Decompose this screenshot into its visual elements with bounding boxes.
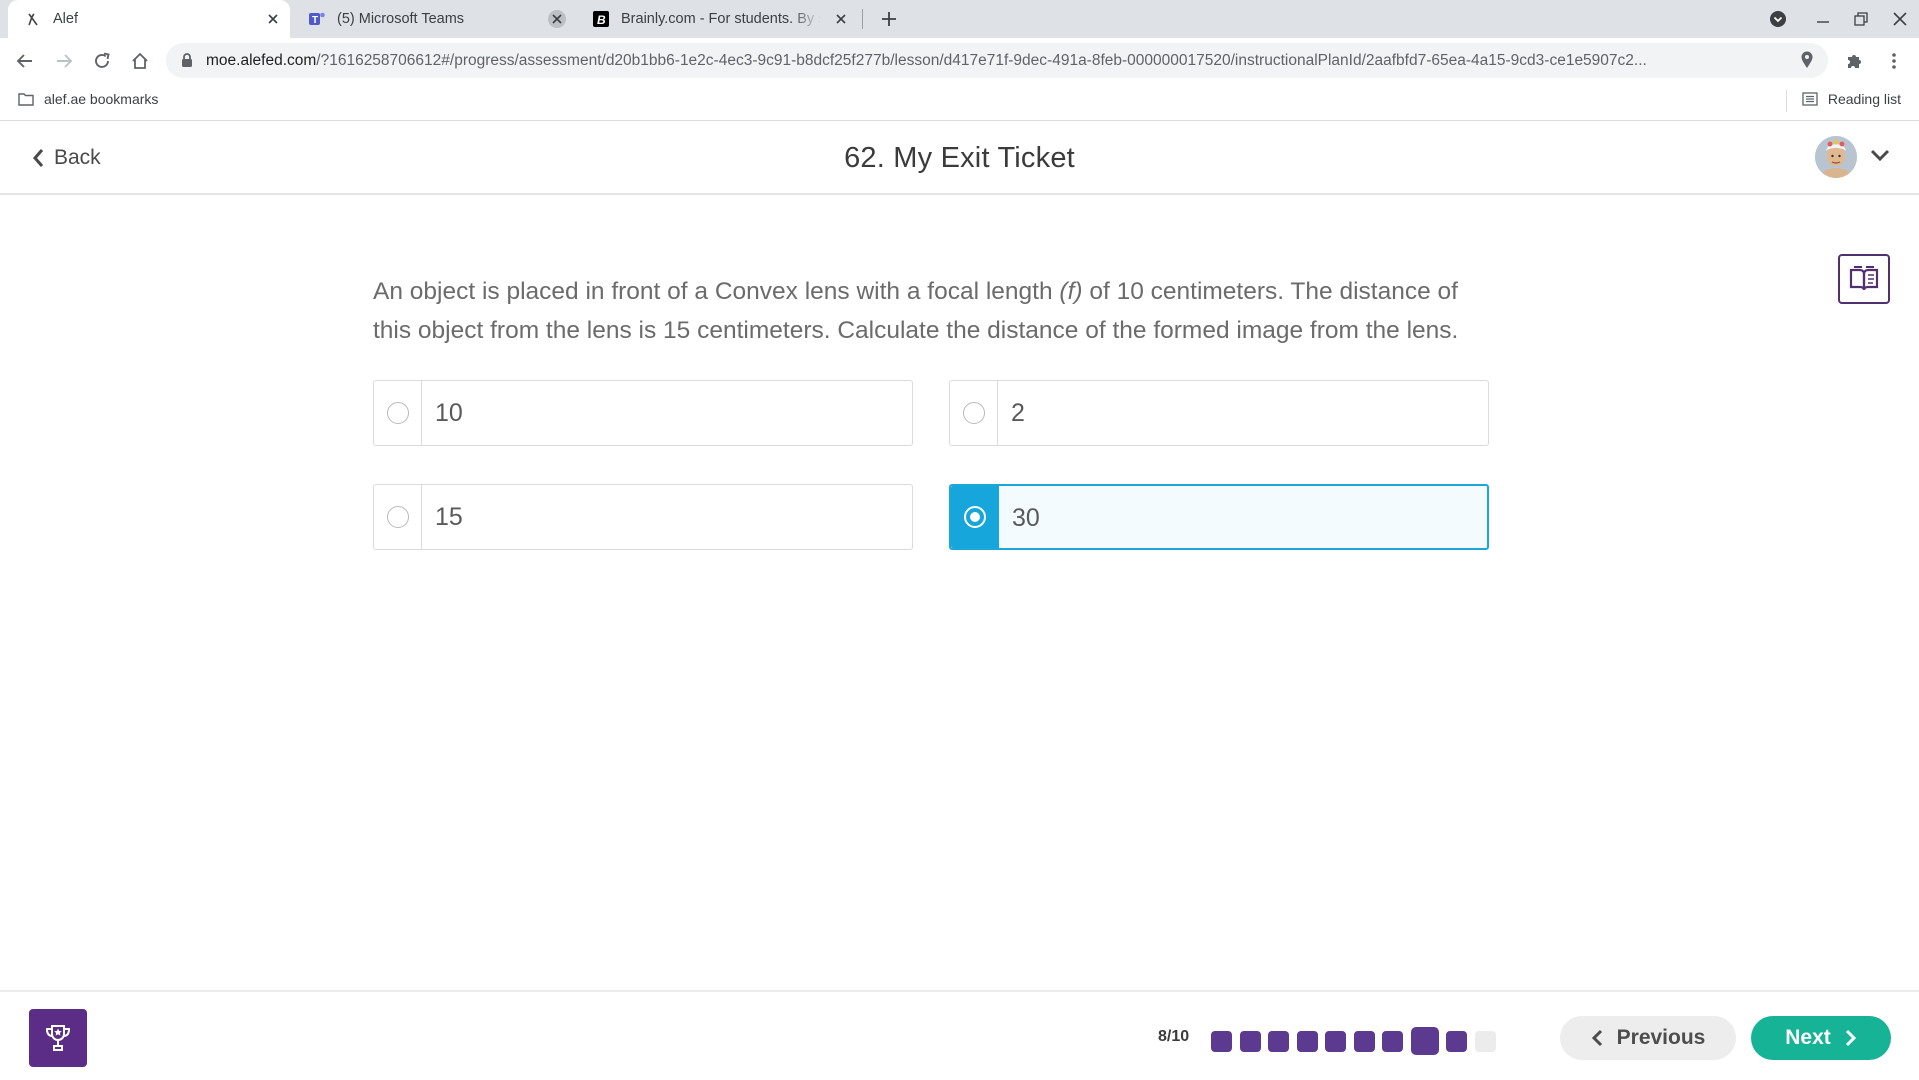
close-tab-icon[interactable]: [264, 10, 282, 28]
forward-arrow-icon[interactable]: [51, 48, 77, 74]
question-dot-3[interactable]: [1268, 1030, 1289, 1052]
back-arrow-icon[interactable]: [12, 48, 38, 74]
answer-option-10[interactable]: 10: [373, 380, 913, 446]
answer-option-15[interactable]: 15: [373, 484, 913, 550]
reading-list-button[interactable]: Reading list: [1802, 91, 1901, 107]
question-dot-10[interactable]: [1474, 1030, 1496, 1052]
avatar[interactable]: [1815, 136, 1857, 178]
question-dot-8[interactable]: [1410, 1027, 1439, 1055]
tab-title: (5) Microsoft Teams: [337, 11, 465, 27]
answer-option-2[interactable]: 2: [949, 380, 1489, 446]
page-title: 62. My Exit Ticket: [844, 142, 1075, 174]
question-dot-7[interactable]: [1382, 1030, 1403, 1052]
glossary-button[interactable]: [1838, 254, 1890, 304]
url-path: /?1616258706612#/progress/assessment/d20…: [316, 52, 1647, 69]
chevron-left-icon: [1591, 1029, 1603, 1047]
tab-title: Alef: [53, 11, 78, 27]
previous-button[interactable]: Previous: [1560, 1016, 1736, 1060]
minimize-icon[interactable]: [1812, 8, 1834, 30]
bookmarks-divider: [1786, 90, 1787, 112]
address-bar[interactable]: moe.alefed.com/?1616258706612#/progress/…: [166, 43, 1828, 78]
focal-length-symbol: (f): [1059, 278, 1083, 305]
teams-icon: T: [308, 10, 326, 28]
chevron-down-icon[interactable]: [1870, 148, 1890, 162]
question-dot-2[interactable]: [1239, 1030, 1261, 1052]
next-button[interactable]: Next: [1751, 1016, 1891, 1060]
lesson-header: Back 62. My Exit Ticket: [0, 122, 1919, 195]
kebab-menu-icon[interactable]: [1881, 48, 1907, 74]
question-progress-dots: [1211, 1027, 1503, 1055]
brainly-icon: B: [592, 10, 610, 28]
tab-brainly[interactable]: B Brainly.com - For students. By student…: [576, 0, 858, 38]
reading-list-label: Reading list: [1827, 91, 1901, 107]
browser-toolbar: moe.alefed.com/?1616258706612#/progress/…: [0, 38, 1919, 83]
trophy-icon: [43, 1023, 73, 1053]
question-dot-1[interactable]: [1211, 1030, 1232, 1052]
svg-text:T: T: [312, 15, 318, 26]
alef-icon: [24, 10, 42, 28]
url-host: moe.alefed.com: [206, 52, 317, 69]
chevron-right-icon: [1845, 1029, 1857, 1047]
option-label: 10: [435, 399, 463, 427]
close-tab-icon[interactable]: [548, 10, 566, 28]
option-label: 15: [435, 503, 463, 531]
folder-icon: [18, 92, 34, 106]
bookmarks-bar: alef.ae bookmarks Reading list: [0, 83, 1919, 121]
tab-divider: [862, 9, 863, 29]
new-tab-plus-icon[interactable]: [876, 6, 902, 32]
radio-button[interactable]: [386, 506, 409, 528]
extensions-puzzle-icon[interactable]: [1842, 48, 1868, 74]
url-text: moe.alefed.com/?1616258706612#/progress/…: [206, 52, 1786, 70]
question-dot-6[interactable]: [1353, 1030, 1375, 1052]
progress-count: 8/10: [1158, 1028, 1190, 1045]
radio-button[interactable]: [964, 506, 986, 528]
tab-search-icon[interactable]: [1767, 8, 1789, 30]
achievements-button[interactable]: [29, 1009, 87, 1067]
tab-teams[interactable]: T (5) Microsoft Teams: [292, 0, 574, 38]
book-icon: [1848, 265, 1880, 293]
reload-icon[interactable]: [89, 48, 115, 74]
radio-cell: [374, 485, 422, 549]
answer-option-30[interactable]: 30: [949, 484, 1489, 550]
lock-icon[interactable]: [180, 52, 194, 68]
tab-alef[interactable]: Alef: [8, 0, 290, 38]
radio-cell: [950, 381, 998, 445]
radio-cell: [374, 381, 422, 445]
question-dot-9[interactable]: [1446, 1030, 1467, 1052]
previous-label: Previous: [1616, 1026, 1706, 1049]
location-pin-icon[interactable]: [1800, 51, 1814, 69]
question-text: An object is placed in front of a Convex…: [373, 272, 1493, 350]
close-window-icon[interactable]: [1889, 8, 1911, 30]
question-dot-4[interactable]: [1296, 1030, 1318, 1052]
radio-button[interactable]: [386, 402, 409, 424]
bookmark-label: alef.ae bookmarks: [44, 91, 159, 107]
close-tab-icon[interactable]: [832, 10, 850, 28]
home-icon[interactable]: [127, 48, 153, 74]
next-label: Next: [1785, 1026, 1831, 1049]
question-dot-5[interactable]: [1325, 1030, 1346, 1052]
assessment-footer: 8/10 Previous Next: [0, 990, 1919, 1080]
bookmark-folder-alef[interactable]: alef.ae bookmarks: [18, 91, 158, 107]
browser-tab-strip: Alef T (5) Microsoft Teams B Brainly.com…: [0, 0, 1919, 38]
svg-text:B: B: [597, 13, 606, 27]
radio-cell: [951, 486, 999, 548]
tab-title: Brainly.com - For students. By students: [621, 11, 821, 27]
question-text-part: An object is placed in front of a Convex…: [373, 278, 1060, 305]
reading-list-icon: [1802, 92, 1818, 106]
restore-icon[interactable]: [1850, 8, 1872, 30]
radio-button[interactable]: [962, 402, 985, 424]
option-label: 2: [1011, 399, 1025, 427]
option-label: 30: [1012, 504, 1040, 532]
